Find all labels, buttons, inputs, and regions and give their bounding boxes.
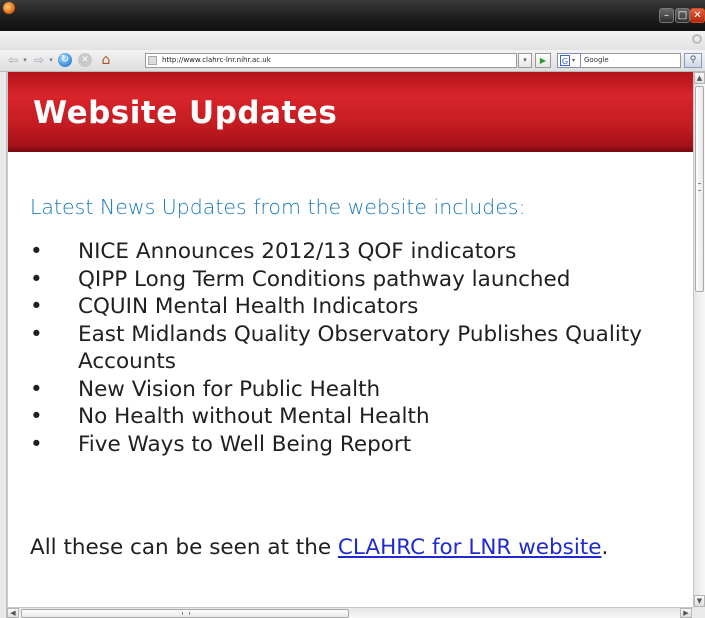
page-title: Website Updates <box>33 95 338 131</box>
title-bar[interactable]: – □ ✕ <box>0 0 705 31</box>
grip-icon <box>182 612 190 615</box>
vertical-scroll-thumb[interactable] <box>695 86 704 292</box>
list-item: • CQUIN Mental Health Indicators <box>30 293 670 321</box>
home-button[interactable]: ⌂ <box>98 52 114 68</box>
news-item-text: New Vision for Public Health <box>78 376 381 402</box>
reload-button[interactable]: ↻ <box>58 53 72 67</box>
news-item-text: QIPP Long Term Conditions pathway launch… <box>78 266 571 292</box>
bullet-icon: • <box>30 294 43 319</box>
horizontal-scrollbar[interactable]: ◀ ▶ <box>7 607 693 618</box>
bullet-icon: • <box>30 431 43 457</box>
forward-history-dropdown[interactable]: ▾ <box>46 52 56 68</box>
list-item: • NICE Announces 2012/13 QOF indicators <box>30 238 670 266</box>
bullet-icon: • <box>30 404 43 429</box>
page-header-banner: Website Updates <box>8 72 694 152</box>
address-text[interactable]: http://www.clahrc-lnr.nihr.ac.uk <box>162 54 271 67</box>
news-item-text: No Health without Mental Health <box>78 404 430 429</box>
clahrc-website-link[interactable]: CLAHRC for LNR website <box>338 535 602 560</box>
firefox-logo-icon[interactable] <box>3 2 15 14</box>
scroll-right-button[interactable]: ▶ <box>680 608 692 618</box>
search-input[interactable]: Google <box>581 53 681 68</box>
navigation-toolbar: ⇦ ▾ ⇨ ▾ ↻ ✕ ⌂ http://www.clahrc-lnr.nihr… <box>0 50 705 72</box>
minimize-button[interactable]: – <box>659 8 674 23</box>
list-item: • No Health without Mental Health <box>30 403 670 431</box>
window-frame-left <box>0 72 7 618</box>
news-item-text: CQUIN Mental Health Indicators <box>78 294 419 319</box>
grip-icon <box>698 183 701 191</box>
forward-button[interactable]: ⇨ <box>32 52 46 68</box>
page-content: Website Updates Latest News Updates from… <box>7 72 694 607</box>
back-history-dropdown[interactable]: ▾ <box>20 52 30 68</box>
search-engine-selector[interactable]: G ▾ <box>557 53 581 68</box>
bullet-icon: • <box>30 321 43 347</box>
address-dropdown-button[interactable]: ▾ <box>518 53 532 68</box>
go-button[interactable]: ▶ <box>535 53 551 68</box>
close-button[interactable]: ✕ <box>690 8 705 23</box>
browser-window: – □ ✕ ⇦ ▾ ⇨ ▾ ↻ ✕ ⌂ http://www.clahrc-ln… <box>0 0 705 618</box>
news-list: • NICE Announces 2012/13 QOF indicators •… <box>30 238 670 458</box>
chevron-down-icon: ▾ <box>572 57 576 64</box>
footer-paragraph: All these can be seen at the CLAHRC for … <box>30 535 608 560</box>
address-bar[interactable]: http://www.clahrc-lnr.nihr.ac.uk <box>145 53 517 68</box>
list-item: • East Midlands Quality Observatory Publi… <box>30 321 670 376</box>
list-item: • QIPP Long Term Conditions pathway launc… <box>30 266 670 294</box>
footer-suffix: . <box>601 535 609 560</box>
bullet-icon: • <box>30 266 43 292</box>
news-subtitle: Latest News Updates from the website inc… <box>30 195 526 219</box>
scrollbar-corner <box>693 607 705 618</box>
list-item: • Five Ways to Well Being Report <box>30 431 670 459</box>
throbber-icon <box>692 34 702 44</box>
bullet-icon: • <box>30 239 43 264</box>
google-icon: G <box>560 55 570 66</box>
horizontal-scroll-thumb[interactable] <box>21 609 349 618</box>
search-button[interactable]: ⚲ <box>684 53 702 68</box>
menu-bar <box>0 31 705 51</box>
list-item: • New Vision for Public Health <box>30 376 670 404</box>
news-item-text: East Midlands Quality Observatory Publis… <box>78 321 642 375</box>
news-item-text: Five Ways to Well Being Report <box>78 431 412 457</box>
site-favicon-icon <box>148 56 157 65</box>
search-placeholder: Google <box>584 56 609 64</box>
footer-prefix: All these can be seen at the <box>30 535 338 560</box>
scroll-down-button[interactable]: ▼ <box>694 595 705 607</box>
maximize-button[interactable]: □ <box>675 8 690 23</box>
vertical-scrollbar[interactable]: ▲ ▼ <box>693 72 705 607</box>
stop-button[interactable]: ✕ <box>78 53 92 67</box>
scroll-left-button[interactable]: ◀ <box>7 608 19 618</box>
news-item-text: NICE Announces 2012/13 QOF indicators <box>78 239 517 264</box>
scroll-up-button[interactable]: ▲ <box>694 72 705 84</box>
back-button[interactable]: ⇦ <box>6 52 20 68</box>
bullet-icon: • <box>30 376 43 402</box>
